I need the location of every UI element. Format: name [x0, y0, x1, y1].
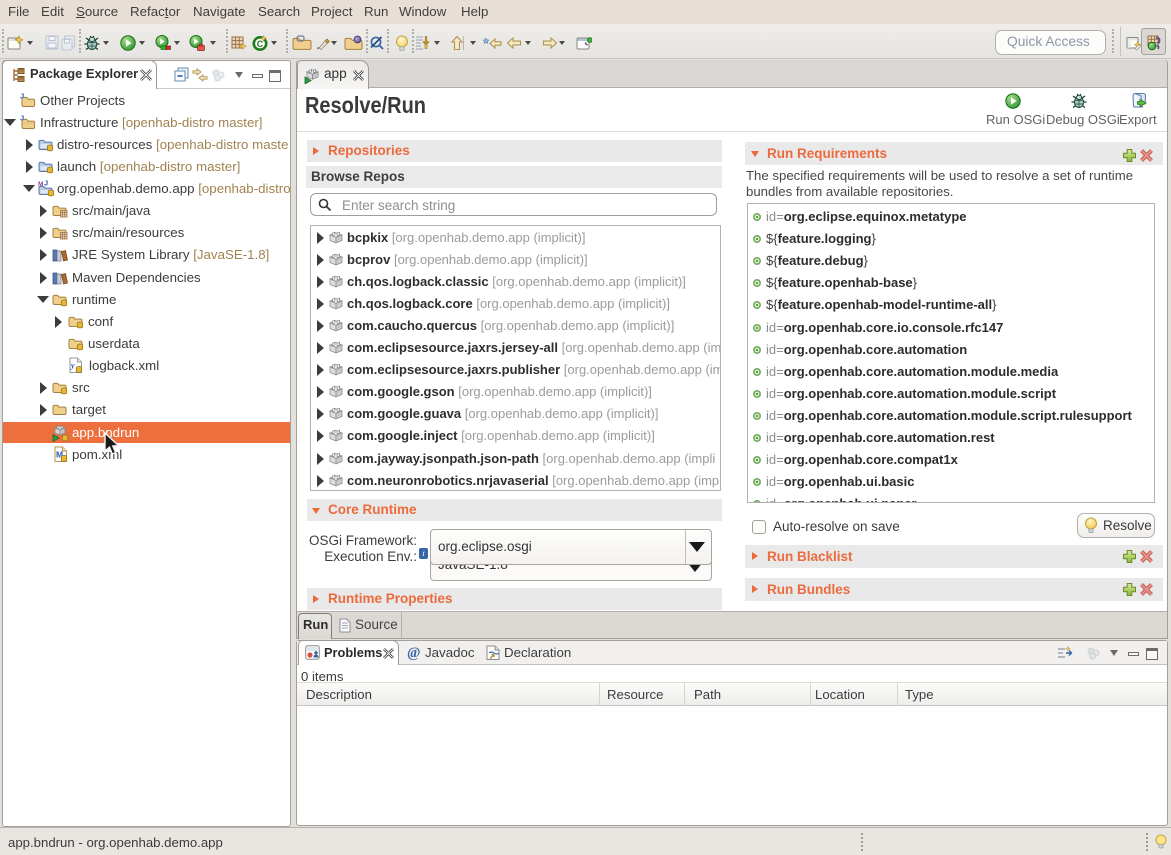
svg-text:J: J: [44, 180, 48, 188]
svg-text:y: y: [70, 361, 75, 370]
svg-text:C: C: [257, 39, 264, 49]
svg-text:J: J: [20, 93, 24, 101]
svg-text:J: J: [20, 115, 24, 123]
